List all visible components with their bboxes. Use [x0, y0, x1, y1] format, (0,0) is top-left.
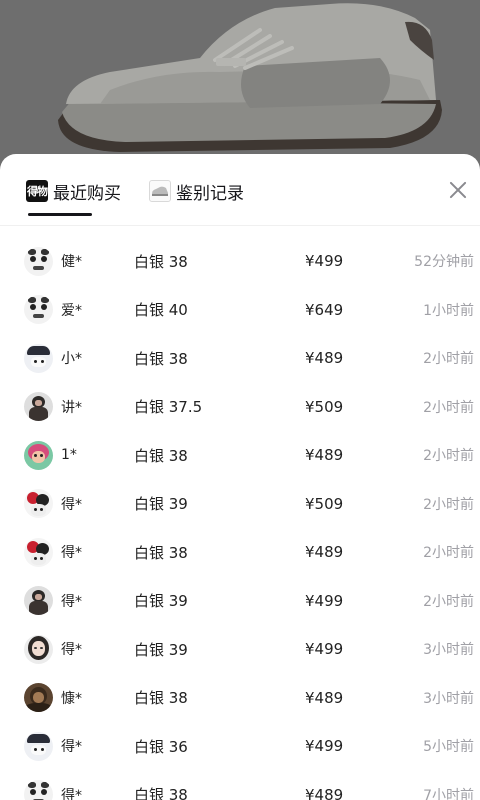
tab-recent-purchases-label: 最近购买	[53, 183, 121, 204]
size-spec: 白银 39	[134, 592, 188, 611]
size-spec: 白银 38	[134, 446, 188, 465]
price: ¥489	[305, 543, 344, 562]
price: ¥649	[305, 300, 344, 319]
size-spec: 白银 39	[134, 640, 188, 659]
purchase-row: 讲* 白银 37.5 ¥509 2小时前	[0, 383, 480, 432]
tab-bar: 得物 最近购买 鉴别记录	[0, 154, 480, 226]
avatar[interactable]	[24, 683, 53, 713]
price: ¥489	[305, 446, 344, 465]
avatar[interactable]	[24, 343, 53, 373]
purchase-time: 2小时前	[423, 351, 474, 368]
price: ¥509	[305, 397, 344, 416]
avatar[interactable]	[24, 586, 53, 616]
avatar[interactable]	[24, 392, 53, 422]
purchase-row: 小* 白银 38 ¥489 2小时前	[0, 334, 480, 383]
buyer-name: 得*	[61, 642, 82, 659]
purchase-time: 3小时前	[423, 690, 474, 707]
buyer-name: 健*	[61, 254, 82, 271]
shoe-thumbnail-icon	[149, 180, 171, 202]
buyer-name: 得*	[61, 787, 82, 800]
buyer-name: 得*	[61, 545, 82, 562]
avatar[interactable]	[24, 489, 53, 519]
buyer-name: 小*	[61, 351, 82, 368]
avatar[interactable]	[24, 440, 53, 470]
tab-authentication-records[interactable]: 鉴别记录	[149, 176, 244, 206]
size-spec: 白银 36	[134, 737, 188, 756]
dewu-logo-icon: 得物	[26, 180, 48, 202]
size-spec: 白银 37.5	[134, 398, 203, 417]
buyer-name: 得*	[61, 593, 82, 610]
avatar[interactable]	[24, 537, 53, 567]
avatar[interactable]	[24, 295, 53, 325]
size-spec: 白银 38	[134, 786, 188, 800]
sneaker-illustration	[0, 0, 480, 170]
purchase-row: 得* 白银 39 ¥509 2小时前	[0, 480, 480, 529]
purchase-time: 2小时前	[423, 448, 474, 465]
avatar[interactable]	[24, 246, 53, 276]
purchase-row: 慷* 白银 38 ¥489 3小时前	[0, 674, 480, 723]
purchase-row: 得* 白银 39 ¥499 2小时前	[0, 577, 480, 626]
purchase-time: 2小时前	[423, 593, 474, 610]
size-spec: 白银 39	[134, 495, 188, 514]
buyer-name: 慷*	[61, 690, 82, 707]
purchase-time: 3小时前	[423, 642, 474, 659]
size-spec: 白银 38	[134, 349, 188, 368]
size-spec: 白银 40	[134, 301, 188, 320]
buyer-name: 得*	[61, 739, 82, 756]
size-spec: 白银 38	[134, 689, 188, 708]
purchase-row: 健* 白银 38 ¥499 52分钟前	[0, 237, 480, 286]
avatar[interactable]	[24, 634, 53, 664]
purchase-row: 得* 白银 39 ¥499 3小时前	[0, 625, 480, 674]
close-icon[interactable]	[444, 176, 472, 204]
purchase-time: 7小时前	[423, 787, 474, 800]
product-image	[0, 0, 480, 170]
purchase-row: 爱* 白银 40 ¥649 1小时前	[0, 286, 480, 335]
price: ¥489	[305, 785, 344, 800]
purchase-time: 5小时前	[423, 739, 474, 756]
purchase-row: 得* 白银 38 ¥489 2小时前	[0, 528, 480, 577]
buyer-name: 讲*	[61, 399, 82, 416]
price: ¥499	[305, 737, 344, 756]
avatar[interactable]	[24, 780, 53, 800]
purchase-time: 2小时前	[423, 399, 474, 416]
buyer-name: 1*	[61, 447, 77, 464]
purchase-row: 得* 白银 38 ¥489 7小时前	[0, 771, 480, 800]
price: ¥489	[305, 688, 344, 707]
buyer-name: 得*	[61, 496, 82, 513]
buyer-name: 爱*	[61, 302, 82, 319]
active-tab-indicator	[28, 213, 92, 216]
purchase-time: 2小时前	[423, 496, 474, 513]
purchase-time: 1小时前	[423, 302, 474, 319]
price: ¥499	[305, 591, 344, 610]
purchase-time: 52分钟前	[414, 254, 474, 271]
purchase-row: 1* 白银 38 ¥489 2小时前	[0, 431, 480, 480]
avatar[interactable]	[24, 731, 53, 761]
tab-authentication-records-label: 鉴别记录	[176, 183, 244, 204]
purchase-row: 得* 白银 36 ¥499 5小时前	[0, 722, 480, 771]
size-spec: 白银 38	[134, 543, 188, 562]
recent-purchases-sheet: 得物 最近购买 鉴别记录 健* 白银 38 ¥499 52分钟前爱* 白银 40 ¥649…	[0, 154, 480, 800]
price: ¥509	[305, 494, 344, 513]
size-spec: 白银 38	[134, 252, 188, 271]
purchase-list: 健* 白银 38 ¥499 52分钟前爱* 白银 40 ¥649 1小时前小* 白银 38 ¥4…	[0, 237, 480, 800]
price: ¥499	[305, 252, 344, 271]
purchase-time: 2小时前	[423, 545, 474, 562]
price: ¥499	[305, 640, 344, 659]
price: ¥489	[305, 349, 344, 368]
tab-recent-purchases[interactable]: 得物 最近购买	[26, 176, 121, 206]
